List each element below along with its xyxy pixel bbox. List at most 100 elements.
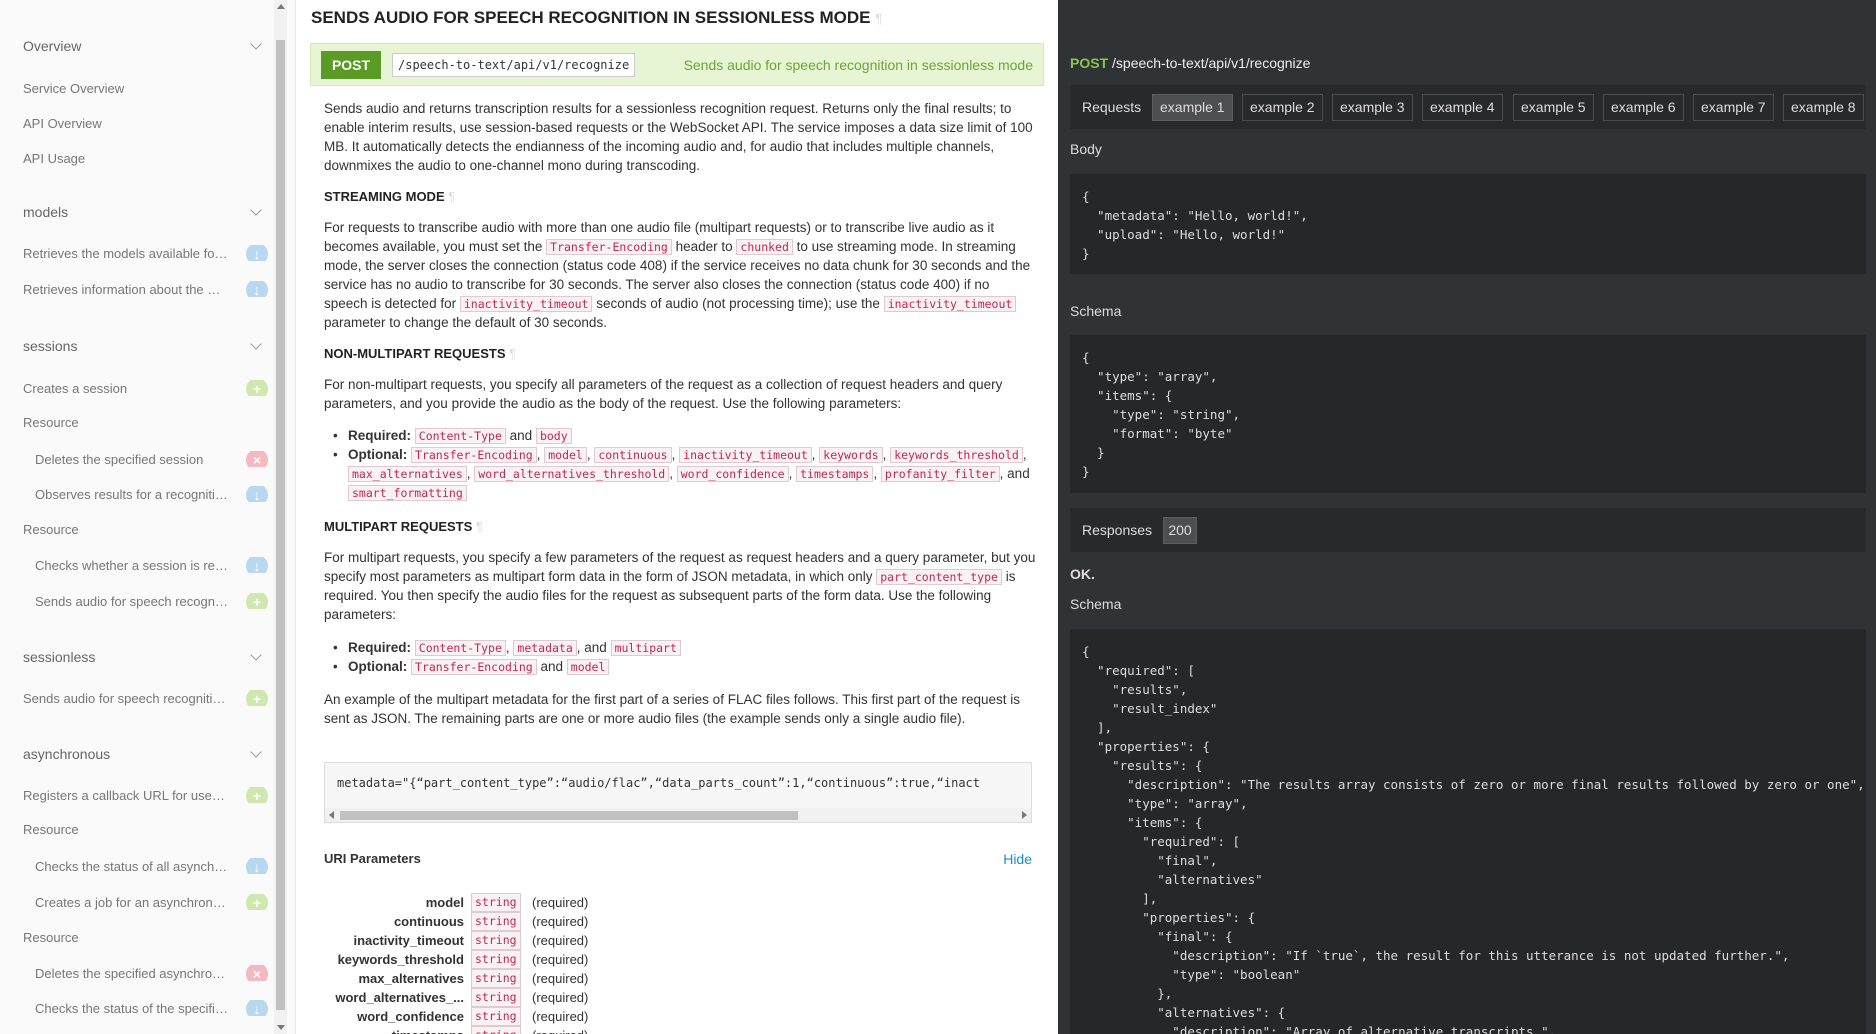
group-title: sessionless bbox=[23, 649, 96, 665]
heading-text: NON-MULTIPART REQUESTS bbox=[324, 346, 506, 361]
requests-label: Requests bbox=[1082, 99, 1142, 115]
uri-param-type: string bbox=[471, 1007, 521, 1026]
endpoint-bar: POST /speech-to-text/api/v1/recognize Se… bbox=[310, 43, 1044, 86]
example-tab-1[interactable]: example 1 bbox=[1152, 94, 1233, 121]
response-schema-code-block: { "required": [ "results", "result_index… bbox=[1070, 629, 1866, 1034]
sidebar-item-label: API Overview bbox=[23, 116, 102, 132]
code-horizontal-scrollbar[interactable] bbox=[325, 808, 1031, 822]
uri-param-type: string bbox=[471, 988, 521, 1007]
text-run: parameter to change the default of 30 se… bbox=[324, 315, 607, 330]
code-inline: Content-Type bbox=[414, 640, 506, 656]
sidebar-scroll-thumb[interactable] bbox=[276, 40, 285, 1010]
sidebar-item-delete-session[interactable]: Deletes the specified session × bbox=[35, 451, 268, 468]
sidebar-item-async-status-all[interactable]: Checks the status of all asynchronous ↓ bbox=[35, 858, 268, 875]
sidebar-item-label: Checks whether a session is ready bbox=[35, 558, 228, 574]
group-title: Overview bbox=[23, 38, 82, 54]
sidebar-item-service-overview[interactable]: Service Overview bbox=[23, 80, 268, 96]
body-code-block: { "metadata": "Hello, world!", "upload":… bbox=[1070, 174, 1866, 274]
uri-param-row: max_alternatives string (required) bbox=[324, 969, 744, 988]
response-description: OK. bbox=[1070, 566, 1095, 582]
required-params: Required: Content-Type and body bbox=[324, 426, 1036, 445]
example-tab-4[interactable]: example 4 bbox=[1422, 94, 1503, 121]
code-inline: timestamps bbox=[796, 466, 874, 482]
example-code: metadata="{“part_content_type”:“audio/fl… bbox=[337, 776, 980, 790]
multipart-heading: MULTIPART REQUESTS ¶ bbox=[324, 519, 483, 534]
response-schema-label: Schema bbox=[1070, 596, 1122, 612]
group-asynchronous[interactable]: asynchronous bbox=[23, 746, 264, 762]
code-inline: inactivity_timeout bbox=[679, 447, 812, 463]
chevron-down-icon bbox=[250, 649, 262, 661]
sidebar-item-create-session[interactable]: Creates a session + bbox=[23, 380, 268, 397]
uri-param-name: timestamps bbox=[392, 1026, 464, 1034]
sidebar-item-session-ready[interactable]: Checks whether a session is ready ↓ bbox=[35, 557, 268, 574]
sidebar-item-label: Observes results for a recognition bbox=[35, 487, 228, 503]
sidebar-item-model-info[interactable]: Retrieves information about the model ↓ bbox=[23, 281, 268, 298]
panel-method: POST bbox=[1070, 55, 1109, 71]
code-inline: model bbox=[566, 659, 610, 675]
sidebar-item-job-status[interactable]: Checks the status of the specified ↓ bbox=[35, 1000, 268, 1017]
endpoint-path: /speech-to-text/api/v1/recognize bbox=[392, 53, 636, 77]
group-models[interactable]: models bbox=[23, 204, 264, 220]
uri-param-row: timestamps string (required) bbox=[324, 1026, 744, 1034]
nonmultipart-params: Required: Content-Type and body Optional… bbox=[324, 426, 1036, 502]
sidebar-item-label: Sends audio for speech recognition bbox=[35, 594, 228, 610]
uri-param-type: string bbox=[471, 893, 521, 912]
sidebar-item-register-callback[interactable]: Registers a callback URL for use with + bbox=[23, 787, 268, 804]
uri-param-name: word_alternatives_... bbox=[335, 990, 464, 1005]
anchor-link-icon[interactable]: ¶ bbox=[476, 519, 483, 534]
text-run: header to bbox=[675, 239, 733, 254]
uri-parameters-title: URI Parameters bbox=[324, 851, 421, 866]
text-run: , and bbox=[999, 466, 1030, 481]
example-tab-2[interactable]: example 2 bbox=[1242, 94, 1323, 121]
example-tab-5[interactable]: example 5 bbox=[1513, 94, 1594, 121]
endpoint-summary: Sends audio for speech recognition in se… bbox=[683, 57, 1033, 73]
uri-param-name: word_confidence bbox=[357, 1009, 464, 1024]
uri-param-name: max_alternatives bbox=[358, 971, 464, 986]
scroll-up-arrow-icon[interactable] bbox=[277, 4, 285, 9]
scroll-right-arrow-icon[interactable] bbox=[1022, 811, 1027, 819]
post-method-icon: + bbox=[246, 690, 268, 707]
scroll-down-arrow-icon[interactable] bbox=[277, 1025, 285, 1030]
sidebar-scrollbar[interactable] bbox=[274, 0, 287, 1034]
example-tab-7[interactable]: example 7 bbox=[1693, 94, 1774, 121]
group-title: sessions bbox=[23, 338, 78, 354]
sidebar-item-label: Deletes the specified session bbox=[35, 452, 204, 468]
group-sessions[interactable]: sessions bbox=[23, 338, 264, 354]
sidebar-item-create-job[interactable]: Creates a job for an asynchronous + bbox=[35, 894, 268, 911]
resource-label: Resource bbox=[23, 522, 79, 537]
sidebar-item-sessionless-recognize[interactable]: Sends audio for speech recognition in se… bbox=[23, 690, 268, 707]
uri-param-required: (required) bbox=[532, 990, 589, 1005]
anchor-link-icon[interactable]: ¶ bbox=[875, 11, 882, 26]
example-tab-6[interactable]: example 6 bbox=[1603, 94, 1684, 121]
group-sessionless[interactable]: sessionless bbox=[23, 649, 264, 665]
example-tab-8[interactable]: example 8 bbox=[1783, 94, 1864, 121]
anchor-link-icon[interactable]: ¶ bbox=[509, 346, 516, 361]
sidebar: Overview Service Overview API Overview A… bbox=[0, 0, 296, 1034]
scroll-left-arrow-icon[interactable] bbox=[329, 811, 334, 819]
label: Required: bbox=[348, 640, 412, 655]
schema-label: Schema bbox=[1070, 303, 1122, 319]
sidebar-item-models-list[interactable]: Retrieves the models available for the s… bbox=[23, 245, 268, 262]
sidebar-item-delete-job[interactable]: Deletes the specified asynchronous × bbox=[35, 965, 268, 982]
uri-param-type: string bbox=[471, 969, 521, 988]
code-scroll-thumb[interactable] bbox=[340, 811, 798, 820]
uri-hide-link[interactable]: Hide bbox=[1003, 851, 1032, 867]
example-tab-3[interactable]: example 3 bbox=[1332, 94, 1413, 121]
group-title: models bbox=[23, 204, 69, 220]
sidebar-item-api-overview[interactable]: API Overview bbox=[23, 115, 268, 131]
sidebar-item-api-usage[interactable]: API Usage bbox=[23, 150, 268, 166]
sidebar-item-observe-results[interactable]: Observes results for a recognition ↓ bbox=[35, 486, 268, 503]
response-code-tab-200[interactable]: 200 bbox=[1163, 517, 1197, 544]
uri-param-required: (required) bbox=[532, 895, 589, 910]
code-inline: smart_formatting bbox=[348, 485, 467, 501]
sidebar-item-session-recognize[interactable]: Sends audio for speech recognition + bbox=[35, 593, 268, 610]
nonmultipart-heading: NON-MULTIPART REQUESTS ¶ bbox=[324, 346, 516, 361]
heading-text: MULTIPART REQUESTS bbox=[324, 519, 473, 534]
uri-param-row: inactivity_timeout string (required) bbox=[324, 931, 744, 950]
optional-params: Optional: Transfer-Encoding, model, cont… bbox=[324, 445, 1036, 502]
sidebar-item-label: Checks the status of all asynchronous bbox=[35, 859, 228, 875]
page-title: SENDS AUDIO FOR SPEECH RECOGNITION IN SE… bbox=[311, 8, 882, 28]
get-method-icon: ↓ bbox=[246, 858, 268, 875]
group-overview[interactable]: Overview bbox=[23, 38, 264, 54]
anchor-link-icon[interactable]: ¶ bbox=[448, 189, 455, 204]
